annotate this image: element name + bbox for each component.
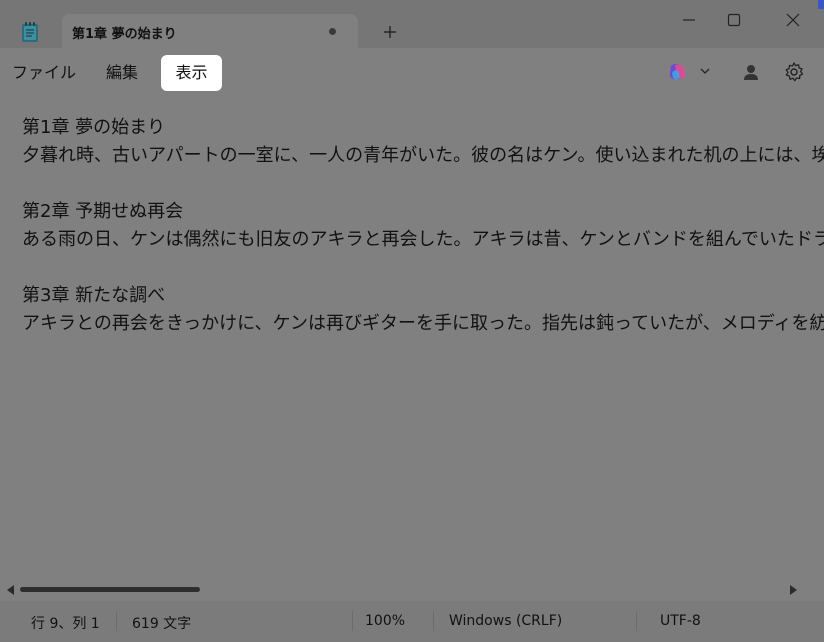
document-tab[interactable]: 第1章 夢の始まり bbox=[62, 14, 358, 48]
title-bar: 第1章 夢の始まり bbox=[0, 0, 824, 48]
copilot-icon bbox=[669, 63, 686, 80]
unsaved-dot-icon[interactable] bbox=[329, 28, 336, 35]
gear-icon bbox=[785, 62, 804, 82]
close-button[interactable] bbox=[766, 0, 820, 40]
text-line: 第1章 夢の始まり bbox=[22, 117, 166, 138]
scrollbar-thumb[interactable] bbox=[20, 587, 200, 592]
close-icon bbox=[786, 13, 800, 27]
text-line: 第2章 予期せぬ再会 bbox=[22, 201, 184, 222]
text-line: ある雨の日、ケンは偶然にも旧友のアキラと再会した。アキラは昔、ケンとバンドを組ん… bbox=[22, 229, 824, 250]
status-bar: 行 9、列 1 619 文字 100% Windows (CRLF) UTF-8 bbox=[0, 601, 824, 642]
maximize-button[interactable] bbox=[707, 0, 761, 40]
line-ending[interactable]: Windows (CRLF) bbox=[449, 613, 562, 629]
account-icon bbox=[744, 65, 758, 80]
notepad-window: 第1章 夢の始まり ファイル 編集 表示 第1章 夢の始まり 夕暮れ時、古いアパ… bbox=[0, 0, 824, 642]
text-line: 夕暮れ時、古いアパートの一室に、一人の青年がいた。彼の名はケン。使い込まれた机の… bbox=[22, 145, 824, 166]
account-button[interactable] bbox=[740, 61, 762, 83]
text-line: アキラとの再会をきっかけに、ケンは再びギターを手に取った。指先は鈍っていたが、メ… bbox=[22, 313, 824, 334]
new-tab-button[interactable] bbox=[378, 20, 402, 44]
menu-view[interactable]: 表示 bbox=[161, 55, 222, 91]
zoom-level[interactable]: 100% bbox=[365, 613, 405, 629]
chevron-down-icon bbox=[700, 68, 710, 74]
window-edge bbox=[818, 0, 824, 9]
text-editor[interactable]: 第1章 夢の始まり 夕暮れ時、古いアパートの一室に、一人の青年がいた。彼の名はケ… bbox=[0, 98, 824, 576]
cursor-position[interactable]: 行 9、列 1 bbox=[31, 613, 100, 633]
horizontal-scrollbar[interactable] bbox=[0, 577, 824, 601]
character-count: 619 文字 bbox=[132, 616, 192, 632]
menu-bar: ファイル 編集 表示 bbox=[0, 48, 824, 98]
text-line: 第3章 新たな調べ bbox=[22, 285, 166, 306]
status-divider bbox=[433, 611, 434, 631]
copilot-button[interactable] bbox=[666, 60, 718, 84]
status-divider bbox=[352, 611, 353, 631]
minimize-icon bbox=[683, 19, 695, 21]
maximize-icon bbox=[727, 13, 741, 27]
tab-title: 第1章 夢の始まり bbox=[72, 27, 177, 42]
encoding[interactable]: UTF-8 bbox=[660, 613, 701, 629]
status-divider bbox=[636, 611, 637, 631]
menu-edit[interactable]: 編集 bbox=[94, 55, 150, 91]
status-divider bbox=[116, 611, 117, 631]
menu-file[interactable]: ファイル bbox=[8, 55, 80, 91]
notepad-app-icon bbox=[21, 21, 39, 43]
scroll-left-arrow-icon[interactable] bbox=[7, 585, 14, 595]
settings-button[interactable] bbox=[783, 61, 805, 83]
plus-icon bbox=[384, 26, 396, 38]
scroll-right-arrow-icon[interactable] bbox=[790, 585, 797, 595]
